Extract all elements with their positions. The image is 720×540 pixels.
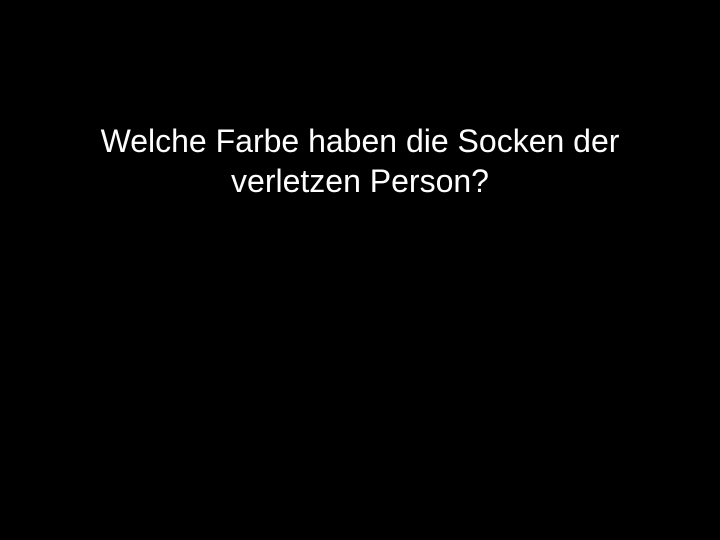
- question-line-2: verletzen Person?: [231, 163, 489, 199]
- question-text: Welche Farbe haben die Socken der verlet…: [0, 121, 720, 201]
- question-line-1: Welche Farbe haben die Socken der: [100, 123, 620, 159]
- slide: Welche Farbe haben die Socken der verlet…: [0, 0, 720, 540]
